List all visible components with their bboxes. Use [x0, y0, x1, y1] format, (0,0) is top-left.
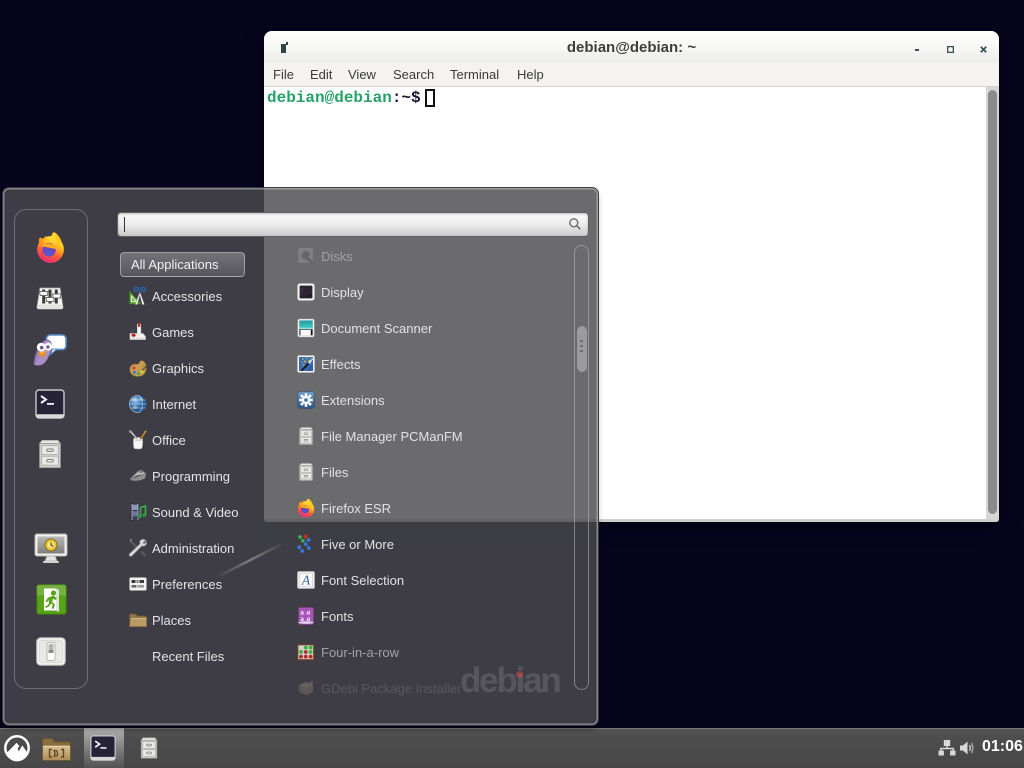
- svg-text:a: a: [300, 615, 304, 623]
- svg-text:a: a: [307, 615, 311, 623]
- svg-text:A: A: [301, 573, 311, 588]
